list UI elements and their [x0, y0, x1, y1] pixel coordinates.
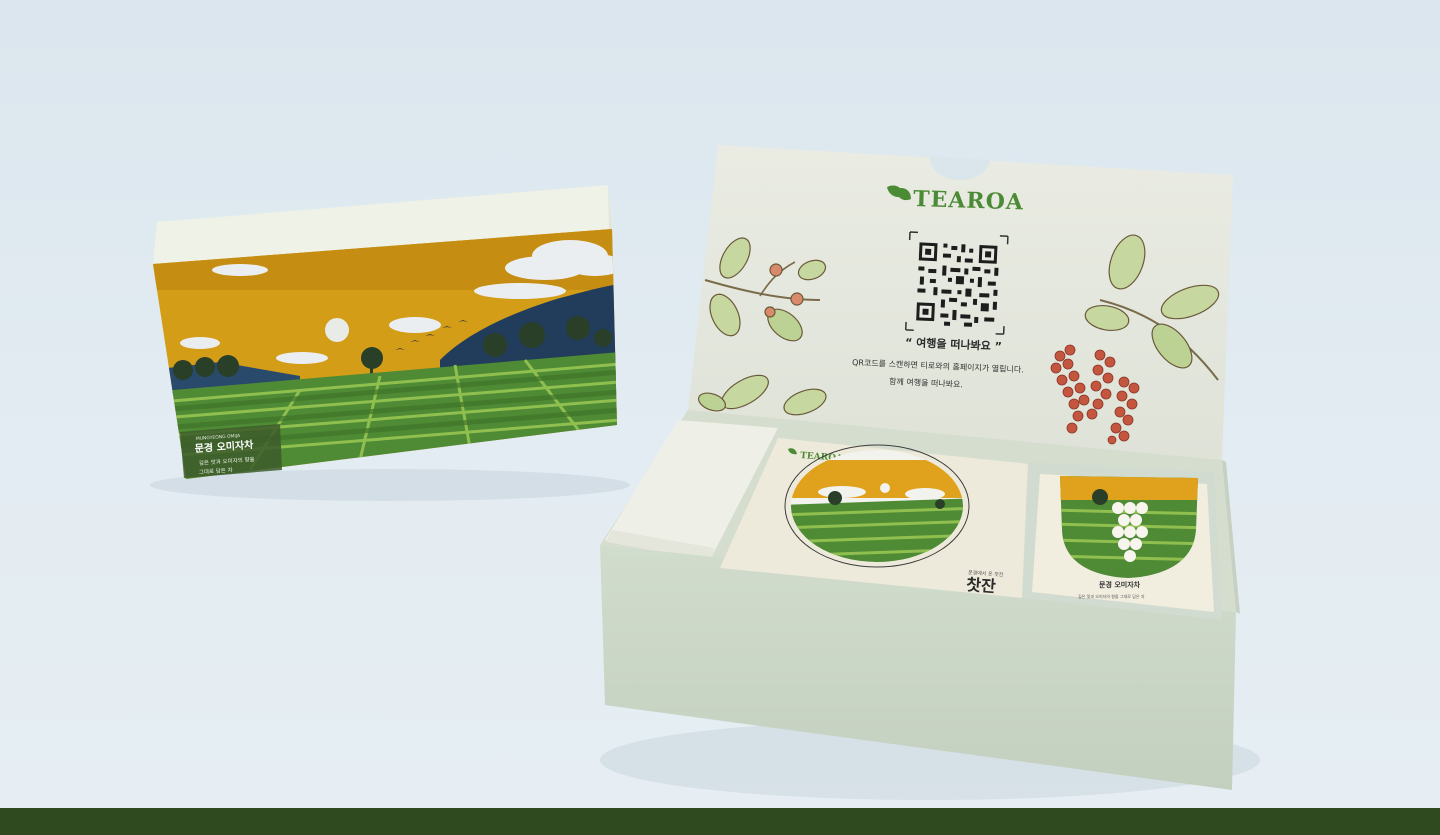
- pouch-subtitle: 깊은 맛과 오미자의 향을 그대로 담은 차: [1078, 593, 1145, 599]
- pouch-brand: TEAROA: [1112, 568, 1146, 577]
- lid-brand-name: TEAROA: [913, 186, 1024, 215]
- closed-gift-box: MUNGYEONG OMIJA 문경 오미자차 깊은 맛과 오미자의 향을 그대…: [153, 185, 617, 479]
- booklet-big-label: 찻잔: [966, 575, 997, 596]
- product-photo-scene: MUNGYEONG OMIJA 문경 오미자차 깊은 맛과 오미자의 향을 그대…: [150, 145, 1260, 800]
- tea-pouch: TEAROA 문경 오미자차 깊은 맛과 오미자의 향을 그대로 담은 차: [1022, 462, 1222, 620]
- pouch-title: 문경 오미자차: [1099, 580, 1141, 589]
- footer-bar: [0, 808, 1440, 835]
